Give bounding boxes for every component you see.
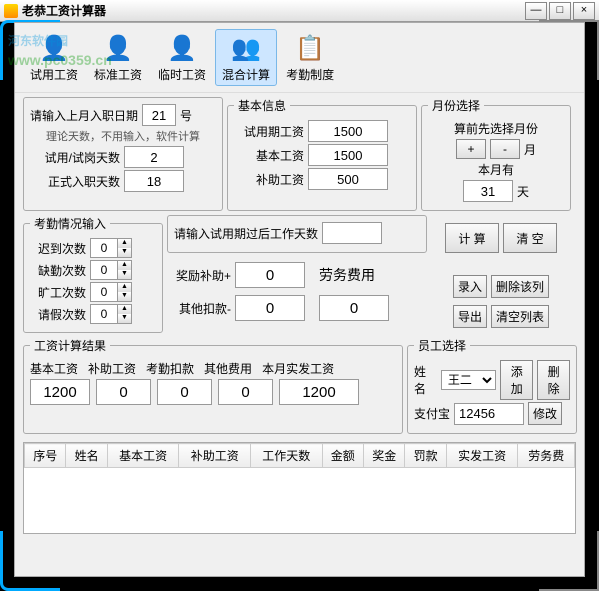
close-button[interactable]: × <box>573 2 595 20</box>
after-trial-group: 请输入试用期过后工作天数 <box>167 215 427 253</box>
app-icon <box>4 4 18 18</box>
after-trial-days-input[interactable] <box>322 222 382 244</box>
toolbar: 👤试用工资👤标准工资👤临时工资👥混合计算📋考勤制度 <box>15 23 584 93</box>
toolbar-标准工资[interactable]: 👤标准工资 <box>87 29 149 86</box>
result-base[interactable] <box>30 379 90 405</box>
late-spinner[interactable]: ▲▼ <box>90 238 132 258</box>
toolbar-icon: 📋 <box>294 32 326 64</box>
leave-spinner[interactable]: ▲▼ <box>90 304 132 324</box>
month-minus-button[interactable]: - <box>490 139 520 159</box>
data-table[interactable]: 序号姓名基本工资补助工资工作天数金额奖金罚款实发工资劳务费 <box>23 442 576 534</box>
absent-spinner[interactable]: ▲▼ <box>90 260 132 280</box>
spin-down-icon[interactable]: ▼ <box>117 270 131 279</box>
result-other[interactable] <box>218 379 273 405</box>
col-header[interactable]: 姓名 <box>66 444 107 468</box>
toolbar-临时工资[interactable]: 👤临时工资 <box>151 29 213 86</box>
spin-down-icon[interactable]: ▼ <box>117 248 131 257</box>
toolbar-icon: 👤 <box>38 32 70 64</box>
add-employee-button[interactable]: 添加 <box>500 360 533 400</box>
col-header[interactable]: 工作天数 <box>251 444 323 468</box>
toolbar-icon: 👤 <box>102 32 134 64</box>
spin-down-icon[interactable]: ▼ <box>117 314 131 323</box>
spin-up-icon[interactable]: ▲ <box>117 239 131 248</box>
trial-days-input[interactable] <box>124 146 184 168</box>
skip-spinner[interactable]: ▲▼ <box>90 282 132 302</box>
minimize-button[interactable]: — <box>525 2 547 20</box>
trial-salary-input[interactable] <box>308 120 388 142</box>
export-button[interactable]: 导出 <box>453 305 487 328</box>
col-header[interactable]: 补助工资 <box>179 444 251 468</box>
titlebar: 老恭工资计算器 — □ × <box>0 0 599 22</box>
result-group: 工资计算结果 基本工资 补助工资 考勤扣款 其他费用 本月实发工资 <box>23 337 403 434</box>
labor-fee-input[interactable] <box>319 295 389 321</box>
result-att-deduct[interactable] <box>157 379 212 405</box>
window-title: 老恭工资计算器 <box>22 2 523 19</box>
month-plus-button[interactable]: + <box>456 139 486 159</box>
entry-date-group: 请输入上月入职日期 号 理论天数，不用输入，软件计算 试用/试岗天数 正式入职天… <box>23 97 223 211</box>
spin-down-icon[interactable]: ▼ <box>117 292 131 301</box>
entry-date-input[interactable] <box>142 104 176 126</box>
col-header[interactable]: 金额 <box>322 444 363 468</box>
entry-date-label: 请输入上月入职日期 <box>30 107 138 124</box>
col-header[interactable]: 实发工资 <box>446 444 518 468</box>
modify-button[interactable]: 修改 <box>528 402 562 425</box>
col-header[interactable]: 序号 <box>25 444 66 468</box>
entry-date-note: 理论天数，不用输入，软件计算 <box>46 128 200 144</box>
formal-days-input[interactable] <box>124 170 184 192</box>
alipay-input[interactable] <box>454 403 524 425</box>
maximize-button[interactable]: □ <box>549 2 571 20</box>
base-salary-input[interactable] <box>308 144 388 166</box>
basic-info-group: 基本信息 试用期工资 基本工资 补助工资 <box>227 97 417 211</box>
attendance-group: 考勤情况输入 迟到次数▲▼缺勤次数▲▼旷工次数▲▼请假次数▲▼ <box>23 215 163 333</box>
employee-name-select[interactable]: 王二 <box>441 370 496 390</box>
bonus-input[interactable] <box>235 262 305 288</box>
record-button[interactable]: 录入 <box>453 275 487 298</box>
col-header[interactable]: 劳务费 <box>518 444 575 468</box>
spin-up-icon[interactable]: ▲ <box>117 261 131 270</box>
toolbar-icon: 👤 <box>166 32 198 64</box>
toolbar-考勤制度[interactable]: 📋考勤制度 <box>279 29 341 86</box>
delete-row-button[interactable]: 删除该列 <box>491 275 549 298</box>
calculate-button[interactable]: 计 算 <box>445 223 499 253</box>
month-days-input[interactable] <box>463 180 513 202</box>
result-actual[interactable] <box>279 379 359 405</box>
deduct-input[interactable] <box>235 295 305 321</box>
toolbar-混合计算[interactable]: 👥混合计算 <box>215 29 277 86</box>
app-window: 👤试用工资👤标准工资👤临时工资👥混合计算📋考勤制度 请输入上月入职日期 号 理论… <box>14 22 585 577</box>
spin-up-icon[interactable]: ▲ <box>117 283 131 292</box>
clear-button[interactable]: 清 空 <box>503 223 557 253</box>
toolbar-试用工资[interactable]: 👤试用工资 <box>23 29 85 86</box>
delete-employee-button[interactable]: 删除 <box>537 360 570 400</box>
col-header[interactable]: 基本工资 <box>107 444 179 468</box>
employee-group: 员工选择 姓名 王二 添加 删除 支付宝 修改 <box>407 337 577 434</box>
month-select-group: 月份选择 算前先选择月份 + - 月 本月有 天 <box>421 97 571 211</box>
spin-up-icon[interactable]: ▲ <box>117 305 131 314</box>
subsidy-input[interactable] <box>308 168 388 190</box>
labor-fee-label: 劳务费用 <box>319 265 375 285</box>
result-subsidy[interactable] <box>96 379 151 405</box>
col-header[interactable]: 奖金 <box>364 444 405 468</box>
toolbar-icon: 👥 <box>230 32 262 64</box>
col-header[interactable]: 罚款 <box>405 444 446 468</box>
clear-list-button[interactable]: 清空列表 <box>491 305 549 328</box>
